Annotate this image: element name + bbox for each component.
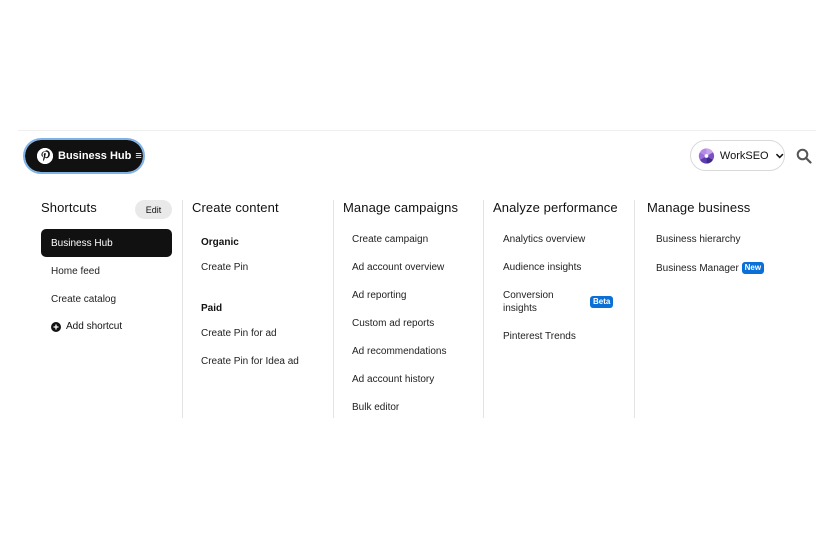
manage-business-title: Manage business: [647, 200, 751, 215]
menu-item-analytics-overview[interactable]: Analytics overview: [503, 234, 585, 245]
menu-item-create-pin-for-idea-ad[interactable]: Create Pin for Idea ad: [201, 356, 299, 367]
menu-item-create-pin[interactable]: Create Pin: [201, 262, 248, 273]
column-divider: [182, 200, 183, 418]
search-icon[interactable]: [796, 148, 812, 164]
create-content-title: Create content: [192, 200, 279, 215]
paid-heading: Paid: [201, 303, 223, 314]
shortcut-item-create-catalog[interactable]: Create catalog: [51, 294, 116, 305]
menu-item-business-manager[interactable]: Business Manager New: [656, 262, 765, 274]
menu-item-ad-reporting[interactable]: Ad reporting: [352, 290, 406, 301]
new-badge: New: [741, 262, 765, 274]
manage-campaigns-title: Manage campaigns: [343, 200, 459, 215]
account-switcher[interactable]: WorkSEO: [690, 140, 785, 171]
column-divider: [333, 200, 334, 418]
account-avatar-icon: [698, 147, 715, 164]
beta-badge: Beta: [590, 296, 614, 308]
business-hub-label: Business Hub: [58, 150, 132, 162]
menu-item-conversion-insights-line1[interactable]: Conversion: [503, 290, 554, 301]
menu-item-pinterest-trends[interactable]: Pinterest Trends: [503, 331, 576, 342]
column-divider: [634, 200, 635, 418]
business-manager-label: Business Manager: [656, 263, 739, 274]
menu-item-conversion-insights-line2[interactable]: insights: [503, 303, 537, 314]
analyze-performance-title: Analyze performance: [493, 200, 618, 215]
edit-shortcuts-button[interactable]: Edit: [135, 200, 172, 219]
shortcut-item-business-hub[interactable]: Business Hub: [41, 229, 172, 257]
menu-item-ad-account-overview[interactable]: Ad account overview: [352, 262, 444, 273]
menu-item-ad-account-history[interactable]: Ad account history: [352, 374, 434, 385]
menu-item-business-hierarchy[interactable]: Business hierarchy: [656, 234, 740, 245]
menu-item-create-campaign[interactable]: Create campaign: [352, 234, 428, 245]
shortcut-item-home-feed[interactable]: Home feed: [51, 266, 100, 277]
menu-item-audience-insights[interactable]: Audience insights: [503, 262, 581, 273]
add-shortcut-label: Add shortcut: [66, 321, 123, 332]
menu-item-custom-ad-reports[interactable]: Custom ad reports: [352, 318, 434, 329]
account-name: WorkSEO: [719, 149, 769, 162]
shortcuts-title: Shortcuts: [41, 200, 97, 215]
add-shortcut-button[interactable]: Add shortcut: [51, 321, 122, 332]
organic-heading: Organic: [201, 237, 239, 248]
menu-item-ad-recommendations[interactable]: Ad recommendations: [352, 346, 447, 357]
header-divider: [18, 130, 816, 131]
business-hub-button[interactable]: Business Hub ≡: [23, 138, 145, 174]
chevron-down-icon: [775, 153, 783, 158]
menu-icon: ≡: [135, 150, 142, 162]
pinterest-logo-icon: [37, 148, 53, 164]
column-divider: [483, 200, 484, 418]
menu-item-bulk-editor[interactable]: Bulk editor: [352, 402, 399, 413]
plus-circle-icon: [51, 321, 61, 332]
menu-item-create-pin-for-ad[interactable]: Create Pin for ad: [201, 328, 277, 339]
